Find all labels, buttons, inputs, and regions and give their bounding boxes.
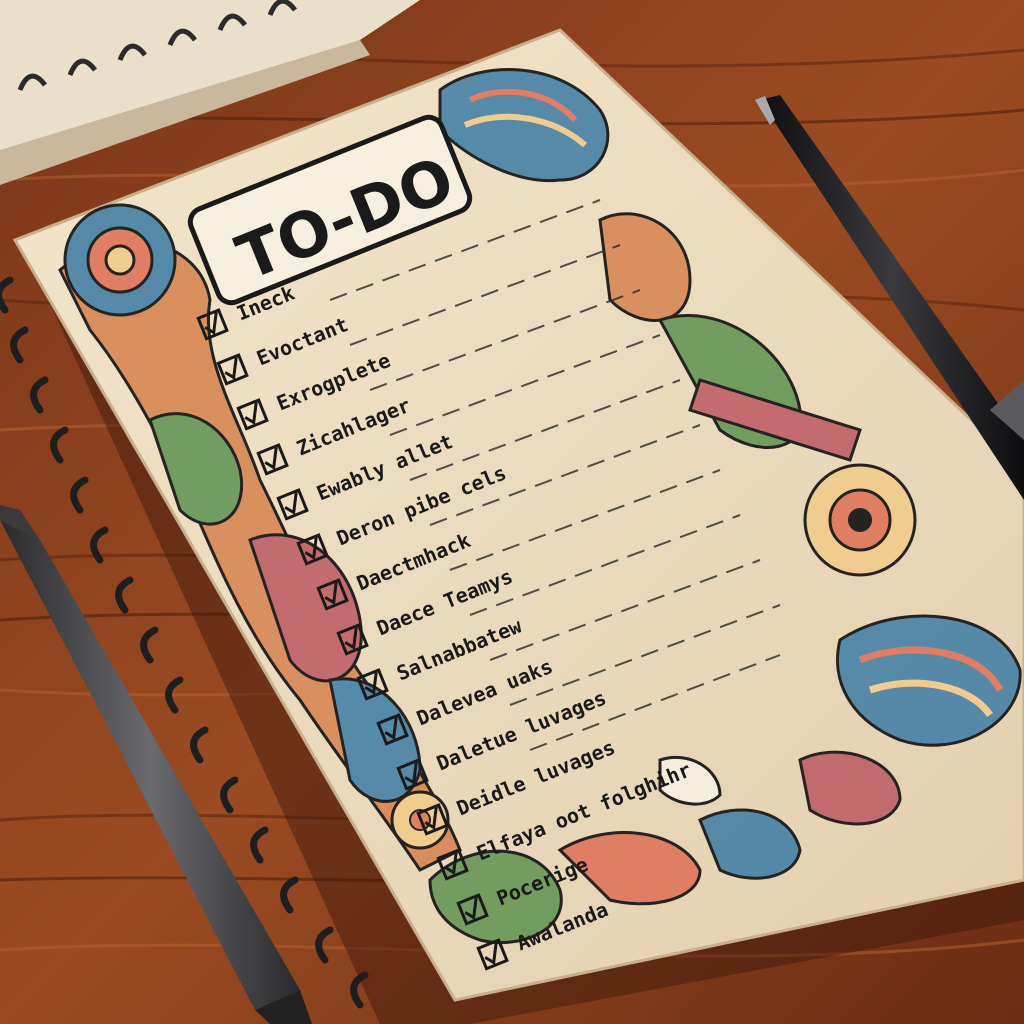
scene-illustration: TO-DO Ineck Evoctant Exrogplete Zicahlag… xyxy=(0,0,1024,1024)
photo-scene: TO-DO Ineck Evoctant Exrogplete Zicahlag… xyxy=(0,0,1024,1024)
